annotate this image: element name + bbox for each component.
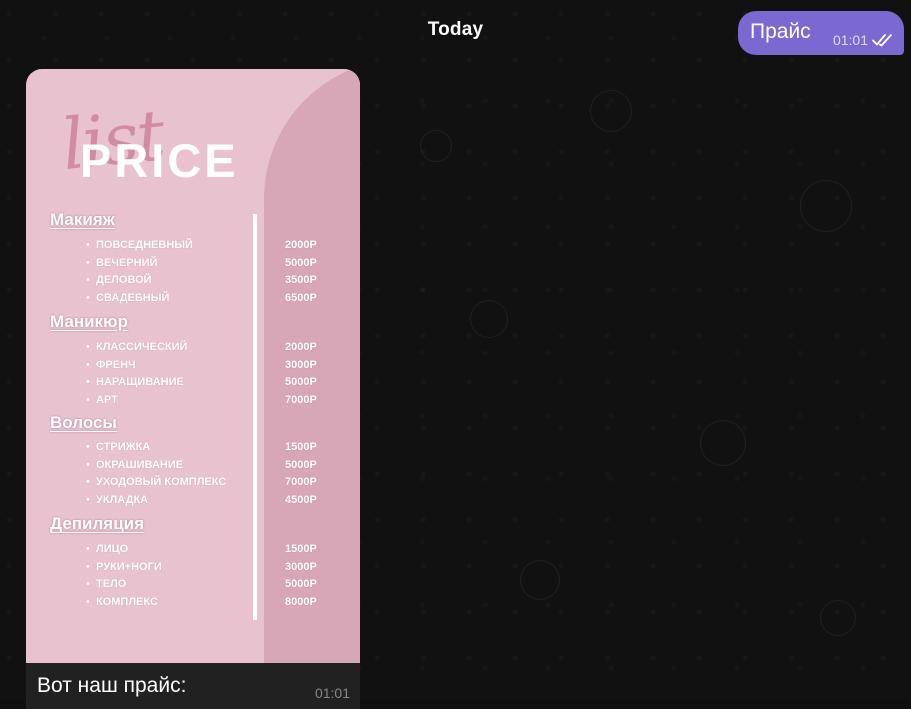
price-item-name: НАРАЩИВАНИЕ — [96, 376, 184, 388]
price-item-name: РУКИ+НОГИ — [96, 561, 162, 573]
price-section-title: Депиляция — [50, 514, 145, 533]
price-section-title: Маникюр — [50, 312, 128, 331]
price-section-title: Макияж — [50, 210, 115, 229]
price-item-row: • УХОДОВЫЙ КОМПЛЕКС 7000Р — [86, 476, 322, 493]
outgoing-message-meta: 01:01 — [833, 32, 894, 48]
price-item-row: • КЛАССИЧЕСКИЙ 2000Р — [86, 341, 322, 358]
price-item-row: • ТЕЛО 5000Р — [86, 578, 322, 595]
price-item-name: ПОВСЕДНЕВНЫЙ — [96, 239, 193, 251]
bullet-icon: • — [86, 459, 90, 471]
double-check-icon — [872, 33, 894, 47]
bullet-icon: • — [86, 292, 90, 304]
price-item-name: ТЕЛО — [96, 578, 127, 590]
bullet-icon: • — [86, 274, 90, 286]
bullet-icon: • — [86, 359, 90, 371]
doodle-decoration — [420, 130, 452, 162]
price-item-price: 2000Р — [285, 341, 317, 353]
price-item-price: 5000Р — [285, 257, 317, 269]
price-item-name: УКЛАДКА — [96, 494, 149, 506]
price-item-price: 4500Р — [285, 494, 317, 506]
bullet-icon: • — [86, 543, 90, 555]
price-item-name: ФРЕНЧ — [96, 359, 136, 371]
price-item-name: ОКРАШИВАНИЕ — [96, 459, 184, 471]
price-item-price: 5000Р — [285, 376, 317, 388]
price-list-image[interactable]: list PRICE Макияж • ПОВСЕДНЕВНЫЙ 2000Р • ВЕЧЕ… — [26, 69, 360, 663]
bullet-icon: • — [86, 596, 90, 608]
price-item-price: 7000Р — [285, 476, 317, 488]
doodle-decoration — [590, 90, 632, 132]
bullet-icon: • — [86, 341, 90, 353]
price-item-row: • УКЛАДКА 4500Р — [86, 494, 322, 511]
price-item-price: 3000Р — [285, 561, 317, 573]
price-item-price: 1500Р — [285, 441, 317, 453]
doodle-decoration — [470, 300, 508, 338]
price-item-name: УХОДОВЫЙ КОМПЛЕКС — [96, 476, 227, 488]
price-item-row: • РУКИ+НОГИ 3000Р — [86, 561, 322, 578]
outgoing-message-text: Прайс — [750, 20, 811, 43]
doodle-decoration — [820, 600, 856, 636]
price-item-row: • ВЕЧЕРНИЙ 5000Р — [86, 257, 322, 274]
price-item-row: • НАРАЩИВАНИЕ 5000Р — [86, 376, 322, 393]
message-time: 01:01 — [314, 685, 350, 701]
price-list-title: PRICE — [80, 134, 239, 187]
price-item-row: • АРТ 7000Р — [86, 394, 322, 411]
bullet-icon: • — [86, 441, 90, 453]
bullet-icon: • — [86, 376, 90, 388]
bullet-icon: • — [86, 239, 90, 251]
price-item-price: 3500Р — [285, 274, 317, 286]
price-item-price: 5000Р — [285, 578, 317, 590]
outgoing-message[interactable]: Прайс 01:01 — [738, 11, 904, 55]
price-item-name: ДЕЛОВОЙ — [96, 274, 152, 286]
price-item-price: 6500Р — [285, 292, 317, 304]
price-item-name: КОМПЛЕКС — [96, 596, 158, 608]
price-section-title: Волосы — [50, 413, 117, 432]
date-separator: Today — [427, 19, 484, 40]
price-item-row: • ЛИЦО 1500Р — [86, 543, 322, 560]
price-item-price: 1500Р — [285, 543, 317, 555]
doodle-decoration — [800, 180, 852, 232]
message-caption-bar: Вот наш прайс: 01:01 — [26, 663, 360, 709]
price-item-price: 5000Р — [285, 459, 317, 471]
bullet-icon: • — [86, 578, 90, 590]
price-item-row: • ОКРАШИВАНИЕ 5000Р — [86, 459, 322, 476]
bullet-icon: • — [86, 394, 90, 406]
bullet-icon: • — [86, 561, 90, 573]
price-item-name: СВАДЕБНЫЙ — [96, 292, 170, 304]
message-caption: Вот наш прайс: — [37, 674, 187, 697]
doodle-decoration — [520, 560, 560, 600]
price-item-price: 8000Р — [285, 596, 317, 608]
price-item-name: КЛАССИЧЕСКИЙ — [96, 341, 188, 353]
doodle-decoration — [700, 420, 746, 466]
price-item-row: • ДЕЛОВОЙ 3500Р — [86, 274, 322, 291]
price-item-row: • СВАДЕБНЫЙ 6500Р — [86, 292, 322, 309]
price-item-row: • ПОВСЕДНЕВНЫЙ 2000Р — [86, 239, 322, 256]
price-item-price: 3000Р — [285, 359, 317, 371]
incoming-photo-message[interactable]: list PRICE Макияж • ПОВСЕДНЕВНЫЙ 2000Р • ВЕЧЕ… — [26, 69, 360, 709]
price-item-name: ВЕЧЕРНИЙ — [96, 257, 158, 269]
price-item-name: ЛИЦО — [96, 543, 129, 555]
price-item-row: • КОМПЛЕКС 8000Р — [86, 596, 322, 613]
price-item-price: 2000Р — [285, 239, 317, 251]
bullet-icon: • — [86, 257, 90, 269]
bullet-icon: • — [86, 476, 90, 488]
price-item-row: • ФРЕНЧ 3000Р — [86, 359, 322, 376]
price-item-name: АРТ — [96, 394, 118, 406]
price-item-row: • СТРИЖКА 1500Р — [86, 441, 322, 458]
bullet-icon: • — [86, 494, 90, 506]
outgoing-message-time: 01:01 — [832, 32, 868, 48]
price-item-price: 7000Р — [285, 394, 317, 406]
price-item-name: СТРИЖКА — [96, 441, 151, 453]
